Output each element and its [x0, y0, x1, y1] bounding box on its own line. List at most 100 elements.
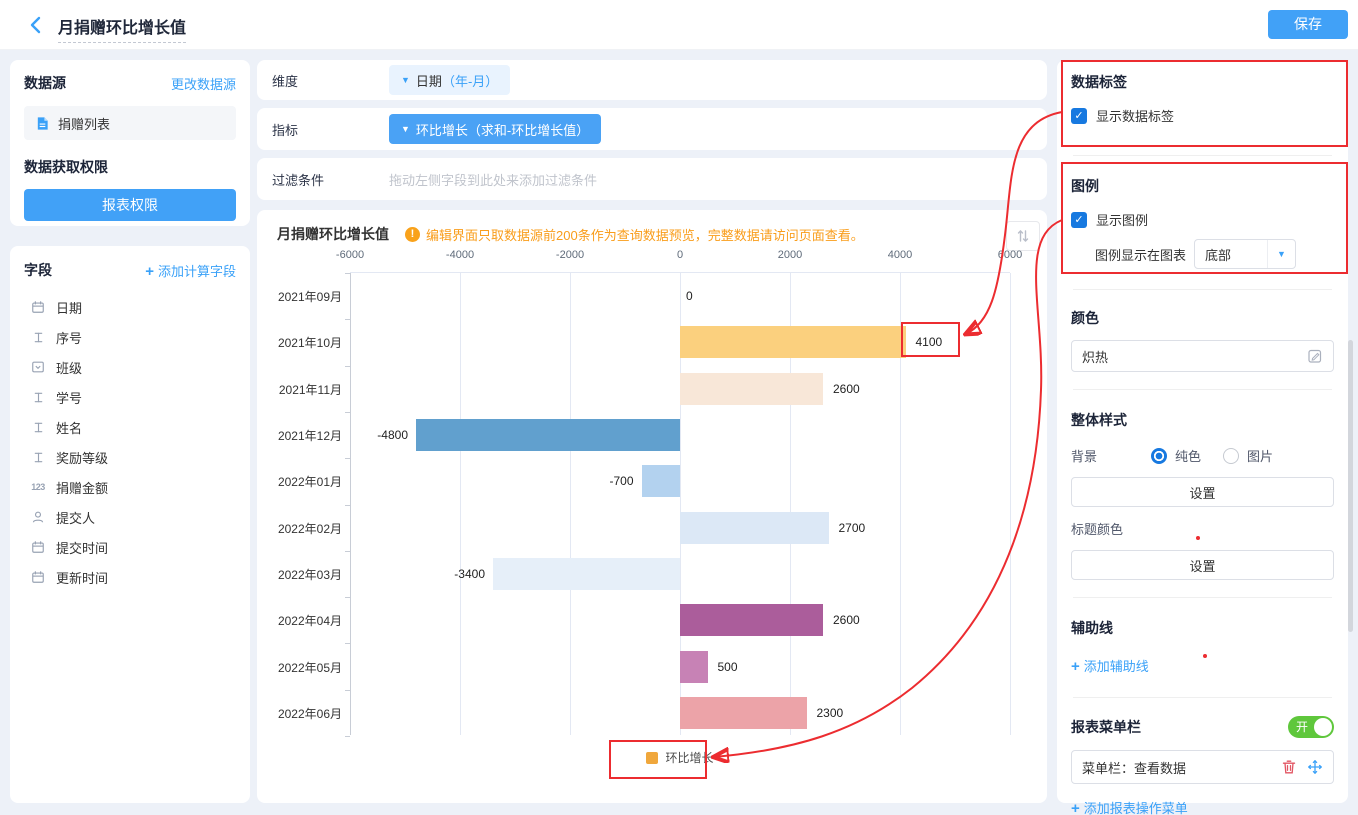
field-item-提交人[interactable]: 提交人	[24, 502, 236, 532]
grid-line	[1010, 273, 1011, 735]
field-label: 捐赠金额	[56, 478, 108, 497]
person-icon	[30, 510, 46, 524]
field-item-学号[interactable]: 学号	[24, 382, 236, 412]
divider	[1073, 289, 1332, 290]
plus-icon: +	[1071, 658, 1080, 675]
x-tick-label: -6000	[336, 249, 364, 261]
field-item-捐赠金额[interactable]: 123 捐赠金额	[24, 472, 236, 502]
filter-placeholder: 拖动左侧字段到此处来添加过滤条件	[389, 170, 597, 189]
text-icon	[30, 391, 46, 404]
dimension-row: 维度 ▼ 日期（年-月）	[257, 60, 1047, 100]
bar-2022年05月	[680, 651, 708, 683]
data-label: 4100	[916, 334, 943, 350]
chart-legend[interactable]: 环比增长	[350, 749, 1010, 766]
trash-icon[interactable]	[1281, 759, 1297, 775]
divider	[1073, 155, 1332, 156]
radio-image-unselected[interactable]	[1223, 448, 1239, 464]
back-icon[interactable]	[26, 14, 48, 36]
radio-solid-label[interactable]: 纯色	[1175, 446, 1201, 465]
x-tick-label: 4000	[888, 249, 912, 261]
x-tick-label: 2000	[778, 249, 802, 261]
datasource-card: 数据源 更改数据源 捐赠列表 数据获取权限 报表权限	[10, 60, 250, 226]
color-section-title: 颜色	[1071, 308, 1334, 328]
bar-2022年02月	[680, 512, 829, 544]
x-tick-label: 0	[677, 249, 683, 261]
field-item-更新时间[interactable]: 更新时间	[24, 562, 236, 592]
text-icon	[30, 331, 46, 344]
x-tick-label: -2000	[556, 249, 584, 261]
y-axis-tick	[345, 412, 350, 413]
fields-card: 字段 +添加计算字段 日期序号班级学号姓名奖励等级 123 捐赠金额提交人提交时间更…	[10, 246, 250, 803]
fields-title: 字段	[24, 260, 52, 280]
warning-icon: !	[405, 227, 420, 242]
field-item-提交时间[interactable]: 提交时间	[24, 532, 236, 562]
y-axis-tick	[345, 736, 350, 737]
field-item-班级[interactable]: 班级	[24, 352, 236, 382]
calendar-icon	[30, 300, 46, 314]
field-label: 日期	[56, 298, 82, 317]
page-title[interactable]: 月捐赠环比增长值	[58, 14, 186, 43]
menu-item-row[interactable]: 菜单栏：查看数据	[1071, 750, 1334, 784]
data-label: -4800	[377, 427, 408, 443]
add-calc-field-link[interactable]: +添加计算字段	[145, 261, 236, 280]
chevron-down-icon: ▼	[1267, 240, 1295, 268]
number-icon: 123	[30, 482, 46, 492]
field-label: 班级	[56, 358, 82, 377]
sort-button[interactable]	[1006, 221, 1040, 251]
radio-solid-selected[interactable]	[1151, 448, 1167, 464]
menu-toggle-on[interactable]: 开	[1288, 716, 1334, 738]
show-legend-checkbox-row[interactable]: ✓ 显示图例	[1071, 210, 1334, 229]
filter-row[interactable]: 过滤条件 拖动左侧字段到此处来添加过滤条件	[257, 158, 1047, 200]
legend-position-select[interactable]: 底部 ▼	[1194, 239, 1296, 269]
bar-2021年10月	[680, 326, 906, 358]
title-color-set-button[interactable]: 设置	[1071, 550, 1334, 580]
chevron-down-icon: ▼	[401, 75, 410, 85]
checkbox-checked-icon[interactable]: ✓	[1071, 108, 1087, 124]
legend-section-title: 图例	[1071, 176, 1334, 196]
field-list: 日期序号班级学号姓名奖励等级 123 捐赠金额提交人提交时间更新时间	[24, 292, 236, 592]
divider	[1073, 697, 1332, 698]
report-menu-section-title: 报表菜单栏	[1071, 717, 1141, 737]
change-datasource-link[interactable]: 更改数据源	[171, 74, 236, 93]
data-label: -3400	[454, 566, 485, 582]
style-section-title: 整体样式	[1071, 410, 1334, 430]
move-icon[interactable]	[1307, 759, 1323, 775]
color-theme-input[interactable]: 炽热	[1071, 340, 1334, 372]
datasource-item[interactable]: 捐赠列表	[24, 106, 236, 140]
background-set-button[interactable]: 设置	[1071, 477, 1334, 507]
field-item-日期[interactable]: 日期	[24, 292, 236, 322]
datasource-item-label: 捐赠列表	[58, 114, 110, 133]
dimension-pill[interactable]: ▼ 日期（年-月）	[389, 65, 510, 95]
top-bar: 月捐赠环比增长值 保存	[0, 0, 1358, 50]
field-item-姓名[interactable]: 姓名	[24, 412, 236, 442]
add-guide-line-link[interactable]: +添加辅助线	[1071, 656, 1149, 675]
data-label: -700	[609, 473, 633, 489]
dimension-label: 维度	[272, 71, 389, 90]
radio-image-label[interactable]: 图片	[1247, 446, 1273, 465]
field-label: 序号	[56, 328, 82, 347]
guide-line-section-title: 辅助线	[1071, 618, 1334, 638]
document-icon	[34, 116, 50, 131]
edit-icon[interactable]	[1307, 348, 1323, 364]
field-label: 更新时间	[56, 568, 108, 587]
checkbox-checked-icon[interactable]: ✓	[1071, 212, 1087, 228]
y-axis-line	[350, 273, 351, 735]
category-label: 2021年11月	[264, 381, 342, 398]
datasource-title: 数据源	[24, 73, 66, 93]
background-label: 背景	[1071, 446, 1143, 465]
data-label: 0	[686, 288, 693, 304]
save-button[interactable]: 保存	[1268, 10, 1348, 39]
category-label: 2022年06月	[264, 705, 342, 722]
x-tick-label: 6000	[998, 249, 1022, 261]
scrollbar-thumb[interactable]	[1348, 340, 1353, 632]
field-item-序号[interactable]: 序号	[24, 322, 236, 352]
show-data-label-checkbox-row[interactable]: ✓ 显示数据标签	[1071, 106, 1334, 125]
data-label: 2700	[839, 520, 866, 536]
grid-line	[570, 273, 571, 735]
report-permission-button[interactable]: 报表权限	[24, 189, 236, 221]
field-item-奖励等级[interactable]: 奖励等级	[24, 442, 236, 472]
show-data-label-text: 显示数据标签	[1096, 106, 1174, 125]
metric-pill[interactable]: ▼ 环比增长（求和-环比增长值）	[389, 114, 601, 144]
add-report-menu-link[interactable]: +添加报表操作菜单	[1071, 798, 1188, 815]
metric-row: 指标 ▼ 环比增长（求和-环比增长值）	[257, 108, 1047, 150]
